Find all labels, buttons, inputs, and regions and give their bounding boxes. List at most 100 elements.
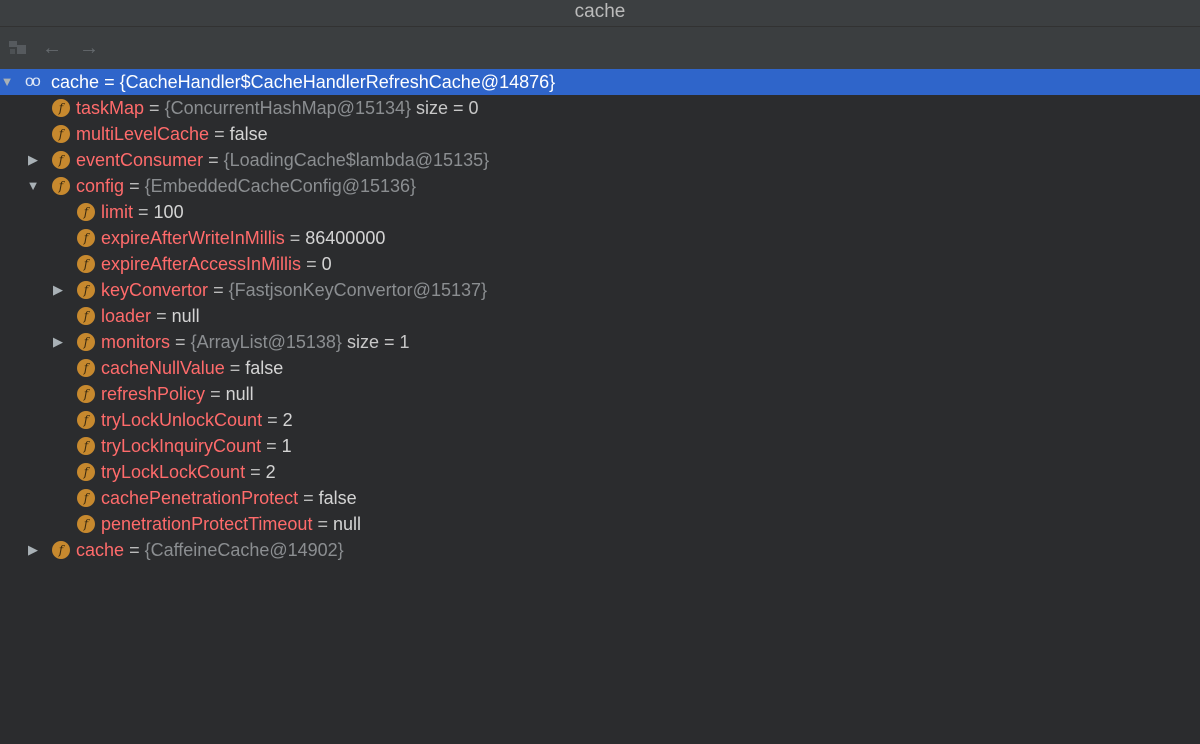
tree-row-text: cache = {CacheHandler$CacheHandlerRefres… xyxy=(51,69,555,95)
field-name: refreshPolicy xyxy=(101,384,206,404)
expand-toggle-icon[interactable]: ▼ xyxy=(26,173,40,199)
tree-row[interactable]: f expireAfterWriteInMillis = 86400000 xyxy=(0,225,1200,251)
tree-row-text: taskMap = {ConcurrentHashMap@15134} size… xyxy=(76,95,479,121)
field-icon: f xyxy=(52,541,70,559)
field-icon: f xyxy=(77,489,95,507)
field-name: eventConsumer xyxy=(76,150,204,170)
tree-row-text: penetrationProtectTimeout = null xyxy=(101,511,361,537)
tree-row-text: cache = {CaffeineCache@14902} xyxy=(76,537,344,563)
field-value: {ConcurrentHashMap@15134} xyxy=(164,98,412,118)
field-value: 2 xyxy=(265,462,276,482)
forward-arrow-icon[interactable]: → xyxy=(77,36,101,60)
tree-row[interactable]: f loader = null xyxy=(0,303,1200,329)
collection-size: size = 1 xyxy=(346,332,410,352)
field-name: taskMap xyxy=(76,98,145,118)
equals-sign: = xyxy=(306,254,317,274)
equals-sign: = xyxy=(149,98,160,118)
field-name: cacheNullValue xyxy=(101,358,225,378)
expand-toggle-icon[interactable]: ▶ xyxy=(51,329,65,355)
tree-row-text: expireAfterAccessInMillis = 0 xyxy=(101,251,332,277)
field-value: 100 xyxy=(153,202,184,222)
equals-sign: = xyxy=(129,176,140,196)
field-name: tryLockLockCount xyxy=(101,462,246,482)
equals-sign: = xyxy=(210,384,221,404)
expand-toggle-icon[interactable]: ▼ xyxy=(0,69,14,95)
tree-row[interactable]: f taskMap = {ConcurrentHashMap@15134} si… xyxy=(0,95,1200,121)
tree-row[interactable]: f tryLockUnlockCount = 2 xyxy=(0,407,1200,433)
debugger-toolbar: ← → xyxy=(0,27,1200,69)
field-name: loader xyxy=(101,306,152,326)
equals-sign: = xyxy=(214,124,225,144)
back-arrow-icon[interactable]: ← xyxy=(40,36,64,60)
equals-sign: = xyxy=(267,410,278,430)
equals-sign: = xyxy=(317,514,328,534)
window-title: cache xyxy=(0,0,1200,27)
collection-size: size = 0 xyxy=(416,98,479,118)
field-name: cachePenetrationProtect xyxy=(101,488,299,508)
tree-row-text: tryLockInquiryCount = 1 xyxy=(101,433,292,459)
field-icon: f xyxy=(77,203,95,221)
tree-row[interactable]: f limit = 100 xyxy=(0,199,1200,225)
expand-toggle-icon[interactable]: ▶ xyxy=(51,277,65,303)
tree-row-text: eventConsumer = {LoadingCache$lambda@151… xyxy=(76,147,489,173)
tree-row[interactable]: f cacheNullValue = false xyxy=(0,355,1200,381)
field-value: false xyxy=(245,358,284,378)
tree-row-text: expireAfterWriteInMillis = 86400000 xyxy=(101,225,385,251)
tree-row-text: tryLockUnlockCount = 2 xyxy=(101,407,293,433)
tree-row[interactable]: ▶ f cache = {CaffeineCache@14902} xyxy=(0,537,1200,563)
field-name: tryLockUnlockCount xyxy=(101,410,263,430)
field-icon: f xyxy=(77,411,95,429)
equals-sign: = xyxy=(156,306,167,326)
tree-row-text: refreshPolicy = null xyxy=(101,381,254,407)
equals-sign: = xyxy=(250,462,261,482)
field-icon: f xyxy=(52,125,70,143)
expand-toggle-icon[interactable]: ▶ xyxy=(26,147,40,173)
tree-row-root[interactable]: ▼ oo cache = {CacheHandler$CacheHandlerR… xyxy=(0,69,1200,95)
field-value: {FastjsonKeyConvertor@15137} xyxy=(228,280,488,300)
field-name: multiLevelCache xyxy=(76,124,210,144)
field-icon: f xyxy=(77,359,95,377)
field-value: false xyxy=(229,124,268,144)
tree-row[interactable]: f cachePenetrationProtect = false xyxy=(0,485,1200,511)
field-name: cache xyxy=(76,540,125,560)
tree-row[interactable]: f multiLevelCache = false xyxy=(0,121,1200,147)
watches-icon[interactable] xyxy=(6,36,30,60)
tree-row[interactable]: f expireAfterAccessInMillis = 0 xyxy=(0,251,1200,277)
tree-row[interactable]: ▶ f eventConsumer = {LoadingCache$lambda… xyxy=(0,147,1200,173)
field-icon: f xyxy=(77,515,95,533)
tree-row[interactable]: f penetrationProtectTimeout = null xyxy=(0,511,1200,537)
field-value: {CaffeineCache@14902} xyxy=(144,540,344,560)
field-icon: f xyxy=(77,385,95,403)
tree-row[interactable]: f refreshPolicy = null xyxy=(0,381,1200,407)
expand-toggle-icon[interactable]: ▶ xyxy=(26,537,40,563)
field-value: false xyxy=(318,488,357,508)
tree-row[interactable]: f tryLockInquiryCount = 1 xyxy=(0,433,1200,459)
tree-row-text: keyConvertor = {FastjsonKeyConvertor@151… xyxy=(101,277,487,303)
field-name: cache xyxy=(51,72,100,92)
field-value: {ArrayList@15138} xyxy=(190,332,342,352)
field-name: penetrationProtectTimeout xyxy=(101,514,313,534)
equals-sign: = xyxy=(104,72,115,92)
field-value: {CacheHandler$CacheHandlerRefreshCache@1… xyxy=(119,72,556,92)
equals-sign: = xyxy=(208,150,219,170)
field-name: config xyxy=(76,176,125,196)
field-value: {EmbeddedCacheConfig@15136} xyxy=(144,176,417,196)
equals-sign: = xyxy=(138,202,149,222)
tree-row[interactable]: ▼ f config = {EmbeddedCacheConfig@15136} xyxy=(0,173,1200,199)
equals-sign: = xyxy=(289,228,301,248)
tree-row-text: multiLevelCache = false xyxy=(76,121,268,147)
tree-row-text: limit = 100 xyxy=(101,199,184,225)
field-name: expireAfterWriteInMillis xyxy=(101,228,285,248)
tree-row-text: loader = null xyxy=(101,303,200,329)
tree-row-text: cacheNullValue = false xyxy=(101,355,283,381)
field-icon: f xyxy=(77,463,95,481)
field-icon: f xyxy=(77,333,95,351)
field-value: null xyxy=(171,306,200,326)
tree-row[interactable]: f tryLockLockCount = 2 xyxy=(0,459,1200,485)
field-icon: f xyxy=(52,99,70,117)
tree-row[interactable]: ▶ f monitors = {ArrayList@15138} size = … xyxy=(0,329,1200,355)
tree-row-text: tryLockLockCount = 2 xyxy=(101,459,276,485)
equals-sign: = xyxy=(175,332,186,352)
tree-row[interactable]: ▶ f keyConvertor = {FastjsonKeyConvertor… xyxy=(0,277,1200,303)
field-name: limit xyxy=(101,202,133,222)
